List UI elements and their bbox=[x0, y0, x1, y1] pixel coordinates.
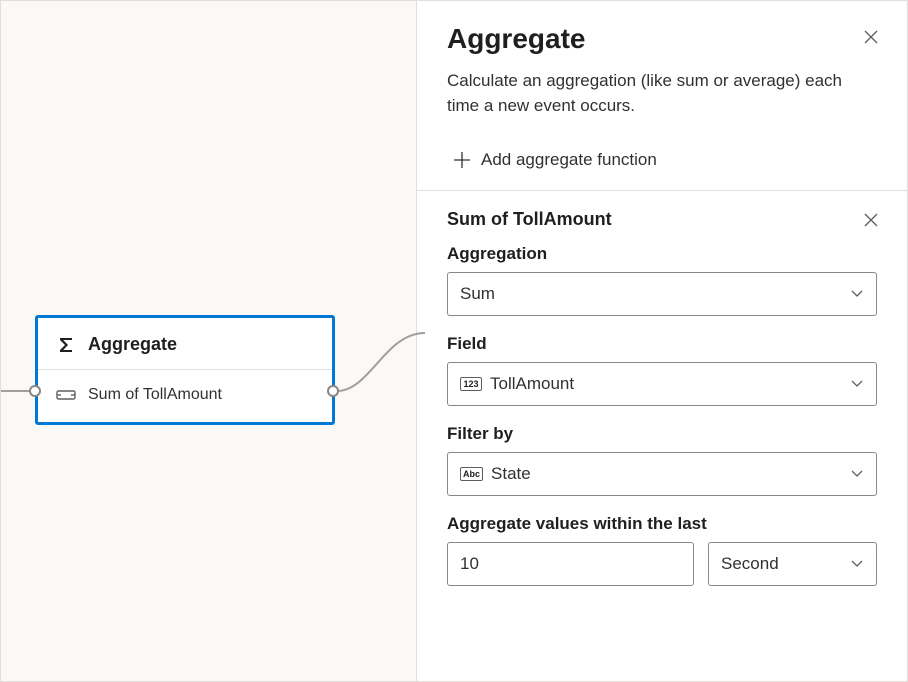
node-title: Aggregate bbox=[88, 334, 177, 355]
aggregation-label: Aggregation bbox=[447, 244, 877, 264]
close-panel-button[interactable] bbox=[861, 27, 881, 47]
settings-panel: Aggregate Calculate an aggregation (like… bbox=[417, 1, 907, 681]
aggregation-value: Sum bbox=[460, 284, 495, 304]
chevron-down-icon bbox=[850, 379, 864, 389]
field-value: TollAmount bbox=[490, 374, 574, 394]
close-icon bbox=[863, 212, 879, 228]
chevron-down-icon bbox=[850, 289, 864, 299]
chevron-down-icon bbox=[850, 469, 864, 479]
text-type-badge: Abc bbox=[460, 467, 483, 481]
node-function-label: Sum of TollAmount bbox=[88, 386, 222, 404]
filter-by-value: State bbox=[491, 464, 531, 484]
window-unit-select[interactable]: Second bbox=[708, 542, 877, 586]
aggregate-node[interactable]: Aggregate Sum of TollAmount bbox=[35, 315, 335, 425]
filter-by-select[interactable]: Abc State bbox=[447, 452, 877, 496]
node-input-port[interactable] bbox=[29, 385, 41, 397]
add-aggregate-function-button[interactable]: Add aggregate function bbox=[417, 132, 907, 190]
add-function-label: Add aggregate function bbox=[481, 150, 657, 170]
panel-title: Aggregate bbox=[447, 23, 877, 55]
field-label: Field bbox=[447, 334, 877, 354]
aggregation-select[interactable]: Sum bbox=[447, 272, 877, 316]
field-select[interactable]: 123 TollAmount bbox=[447, 362, 877, 406]
numeric-type-badge: 123 bbox=[460, 377, 482, 391]
window-label: Aggregate values within the last bbox=[447, 514, 877, 534]
function-section-title: Sum of TollAmount bbox=[447, 209, 612, 230]
filter-by-label: Filter by bbox=[447, 424, 877, 444]
panel-description: Calculate an aggregation (like sum or av… bbox=[447, 69, 857, 118]
window-unit-value: Second bbox=[721, 554, 779, 574]
sigma-icon bbox=[56, 335, 76, 355]
canvas-pane[interactable]: Aggregate Sum of TollAmount bbox=[1, 1, 417, 681]
chevron-down-icon bbox=[850, 559, 864, 569]
close-icon bbox=[863, 29, 879, 45]
window-value-input[interactable] bbox=[447, 542, 694, 586]
node-output-port[interactable] bbox=[327, 385, 339, 397]
remove-function-button[interactable] bbox=[861, 210, 881, 230]
plus-icon bbox=[453, 151, 471, 169]
field-icon bbox=[56, 388, 76, 402]
